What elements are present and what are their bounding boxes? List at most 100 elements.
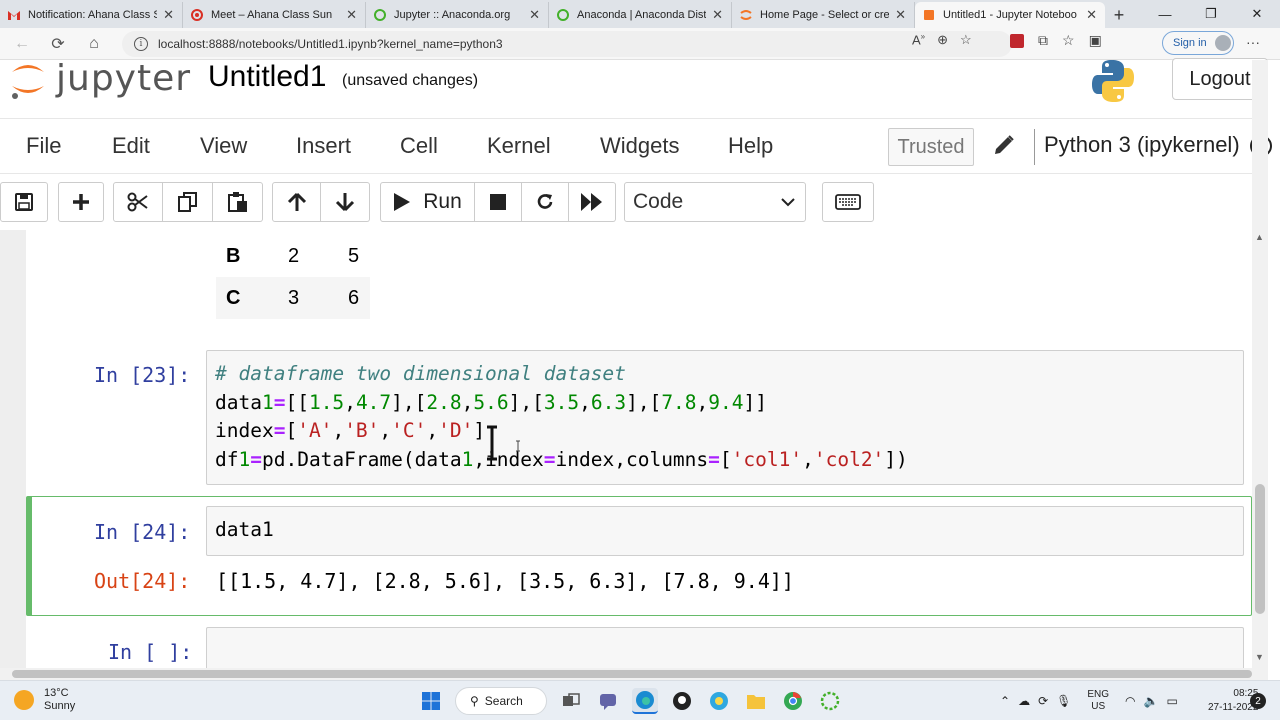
scroll-down-icon[interactable]: ▼ <box>1255 652 1264 662</box>
restart-run-all-button[interactable] <box>569 182 616 222</box>
volume-icon[interactable]: 🔈 <box>1144 694 1159 708</box>
read-aloud-icon[interactable]: A» <box>912 32 925 48</box>
save-status: (unsaved changes) <box>342 72 479 89</box>
scrollbar-thumb[interactable] <box>12 670 1252 678</box>
browser-tab-home-page[interactable]: Home Page - Select or create ✕ <box>732 2 915 28</box>
info-icon[interactable]: i <box>134 37 148 51</box>
menu-file[interactable]: File <box>26 133 61 159</box>
mouse-pointer-icon <box>516 440 520 452</box>
code-cell-input[interactable]: # dataframe two dimensional dataset data1… <box>206 350 1244 485</box>
taskbar-search[interactable]: ⚲ Search <box>455 687 547 715</box>
kernel-name[interactable]: Python 3 (ipykernel) <box>1044 132 1240 158</box>
menu-widgets[interactable]: Widgets <box>600 133 679 159</box>
github-icon[interactable] <box>669 688 695 714</box>
paste-button[interactable] <box>213 182 263 222</box>
refresh-icon[interactable]: ⟳ <box>40 30 76 58</box>
cut-button[interactable] <box>113 182 163 222</box>
minimize-icon[interactable]: — <box>1142 0 1188 28</box>
code-editor[interactable]: # dataframe two dimensional dataset data1… <box>207 351 1243 474</box>
code-operator: = <box>273 419 286 442</box>
file-explorer-icon[interactable] <box>743 688 769 714</box>
menu-help[interactable]: Help <box>728 133 773 159</box>
close-window-icon[interactable]: ✕ <box>1234 0 1280 28</box>
code-cell-input[interactable]: data1 <box>206 506 1244 556</box>
code-string: 'B' <box>344 419 380 442</box>
vertical-scrollbar[interactable]: ▲ ▼ <box>1252 60 1268 668</box>
sync-icon[interactable]: ⟳ <box>1038 694 1048 708</box>
code-editor[interactable]: data1 <box>207 507 1243 545</box>
battery-icon[interactable]: ▭ <box>1166 694 1177 708</box>
notebook-title[interactable]: Untitled1 <box>208 60 326 94</box>
code-cell-input[interactable] <box>206 627 1244 668</box>
anaconda-navigator-icon[interactable] <box>817 688 843 714</box>
close-icon[interactable]: ✕ <box>712 7 723 23</box>
save-button[interactable] <box>0 182 48 222</box>
browser-tab-gmail[interactable]: Notification: Ahana Class Sun ✕ <box>0 2 183 28</box>
close-icon[interactable]: ✕ <box>895 7 906 23</box>
language-indicator[interactable]: ENG US <box>1087 689 1109 713</box>
edge-icon[interactable] <box>632 688 658 714</box>
browser-tab-untitled1[interactable]: Untitled1 - Jupyter Noteboo ✕ <box>915 2 1105 28</box>
maximize-icon[interactable]: ❐ <box>1188 0 1234 28</box>
sign-in-label: Sign in <box>1173 37 1207 49</box>
url-field[interactable]: i localhost:8888/notebooks/Untitled1.ipy… <box>122 31 1012 57</box>
close-icon[interactable]: ✕ <box>529 7 540 23</box>
weather-widget[interactable]: 13°C Sunny <box>14 687 75 713</box>
meet-icon <box>191 9 203 21</box>
move-down-button[interactable] <box>321 182 370 222</box>
favorite-add-icon[interactable]: ☆ <box>960 32 972 48</box>
jupyter-logo[interactable]: jupyter <box>6 58 190 106</box>
pencil-icon[interactable] <box>992 133 1016 157</box>
task-view-icon[interactable] <box>558 688 584 714</box>
favorites-icon[interactable]: ☆ <box>1062 32 1075 49</box>
menu-edit[interactable]: Edit <box>112 133 150 159</box>
close-icon[interactable]: ✕ <box>163 7 174 23</box>
avatar <box>1214 35 1231 51</box>
windows-start-icon[interactable] <box>418 688 444 714</box>
menu-kernel[interactable]: Kernel <box>487 133 551 159</box>
interrupt-button[interactable] <box>475 182 522 222</box>
command-palette-button[interactable] <box>822 182 874 222</box>
cloud-icon[interactable]: ☁ <box>1018 694 1030 708</box>
menu-cell[interactable]: Cell <box>400 133 438 159</box>
sign-in-button[interactable]: Sign in <box>1162 31 1234 55</box>
extensions-icon[interactable]: ⧉ <box>1038 32 1048 49</box>
edge-beta-icon[interactable] <box>706 688 732 714</box>
menu-insert[interactable]: Insert <box>296 133 351 159</box>
extension-red-icon[interactable] <box>1010 33 1024 48</box>
code-text: [[ <box>285 390 309 414</box>
trusted-indicator[interactable]: Trusted <box>888 128 974 166</box>
insert-cell-button[interactable] <box>58 182 104 222</box>
microphone-icon[interactable]: 🎙 <box>1056 694 1071 708</box>
restart-button[interactable] <box>522 182 569 222</box>
code-operator: = <box>543 447 556 471</box>
new-tab-button[interactable]: + <box>1105 2 1133 28</box>
collections-icon[interactable]: ▣ <box>1089 32 1102 49</box>
cell-type-select[interactable]: Code <box>624 182 806 222</box>
browser-tab-anaconda-distribution[interactable]: Anaconda | Anaconda Distrib ✕ <box>549 2 732 28</box>
chrome-icon[interactable] <box>780 688 806 714</box>
scroll-up-icon[interactable]: ▲ <box>1255 232 1264 242</box>
close-icon[interactable]: ✕ <box>1086 7 1097 23</box>
run-button[interactable]: Run <box>380 182 475 222</box>
zoom-icon[interactable]: ⊕ <box>937 32 948 48</box>
menu-view[interactable]: View <box>200 133 247 159</box>
close-icon[interactable]: ✕ <box>346 7 357 23</box>
code-text: , <box>426 419 439 442</box>
horizontal-scrollbar[interactable] <box>0 668 1268 680</box>
more-menu-icon[interactable]: ··· <box>1246 34 1260 50</box>
browser-tab-meet[interactable]: Meet – Ahana Class Sun ✕ <box>183 2 366 28</box>
wifi-icon[interactable]: ◠ <box>1125 694 1135 708</box>
code-number: 1 <box>238 447 251 471</box>
copy-button[interactable] <box>163 182 213 222</box>
browser-tab-jupyter-anaconda[interactable]: Jupyter :: Anaconda.org ✕ <box>366 2 549 28</box>
code-text: ]) <box>884 447 908 471</box>
move-up-button[interactable] <box>272 182 321 222</box>
teams-chat-icon[interactable] <box>595 688 621 714</box>
home-icon[interactable]: ⌂ <box>76 30 112 58</box>
scrollbar-thumb[interactable] <box>1255 484 1265 614</box>
chevron-down-icon <box>781 198 795 207</box>
back-icon[interactable]: ← <box>4 30 40 58</box>
chevron-up-icon[interactable]: ⌃ <box>1000 694 1010 708</box>
notification-badge[interactable]: 2 <box>1250 693 1266 709</box>
